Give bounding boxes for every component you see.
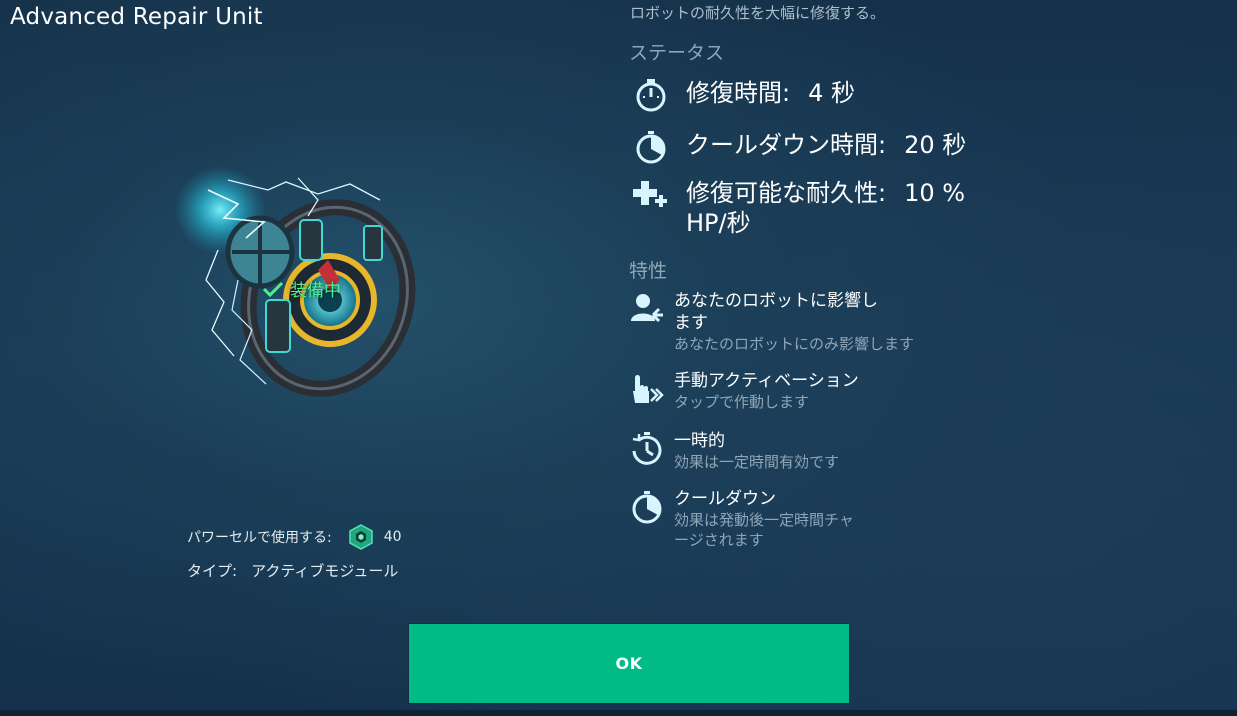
power-cell-value: 40 <box>383 529 402 545</box>
trait-temporary: 一時的 効果は一定時間有効です <box>628 430 974 472</box>
repair-plus-icon <box>630 174 672 216</box>
power-cell-row: パワーセルで使用する: 40 <box>187 524 402 550</box>
trait-title: 一時的 <box>674 431 725 451</box>
tap-hand-icon <box>628 370 666 408</box>
cooldown-timer-icon <box>630 126 672 168</box>
trait-title: 手動アクティベーション <box>674 371 859 391</box>
stat-label: 修復可能な耐久性: <box>686 179 887 207</box>
equipped-badge: 装備中 <box>262 276 341 301</box>
traits-heading: 特性 <box>629 260 668 282</box>
stat-repair-time: 修復時間: 4 秒 <box>630 78 1006 116</box>
stat-label: 修復時間: <box>686 79 791 107</box>
temporary-timer-icon <box>628 430 666 468</box>
trait-subtitle: 効果は発動後一定時間チャージされます <box>674 511 854 549</box>
trait-cooldown: クールダウン 効果は発動後一定時間チャージされます <box>628 488 884 550</box>
stopwatch-icon <box>630 74 672 116</box>
ok-button[interactable]: OK <box>409 624 849 703</box>
stat-label: クールダウン時間: <box>686 131 887 159</box>
equipped-label: 装備中 <box>290 281 341 301</box>
trait-affects-self: あなたのロボットに影響します あなたのロボットにのみ影響します <box>628 290 974 354</box>
window-title: Advanced Repair Unit <box>10 4 263 30</box>
stat-value: 20 秒 <box>904 131 967 159</box>
user-self-icon <box>628 290 666 328</box>
checkmark-icon <box>262 281 284 297</box>
trait-manual-activation: 手動アクティベーション タップで作動します <box>628 370 974 412</box>
status-heading: ステータス <box>629 42 725 64</box>
stat-repair-durability: 修復可能な耐久性: 10 % HP/秒 <box>630 178 1006 238</box>
trait-title: クールダウン <box>674 489 776 509</box>
trait-subtitle: あなたのロボットにのみ影響します <box>674 335 915 353</box>
trait-subtitle: タップで作動します <box>674 393 810 411</box>
power-cell-label: パワーセルで使用する: <box>187 530 332 546</box>
trait-subtitle: 効果は一定時間有効です <box>674 453 840 471</box>
bottom-bar <box>0 710 1237 716</box>
stat-cooldown-time: クールダウン時間: 20 秒 <box>630 130 1006 168</box>
module-type-value: アクティブモジュール <box>251 562 399 580</box>
cooldown-icon <box>628 488 666 526</box>
trait-title: あなたのロボットに影響します <box>674 291 878 333</box>
module-type-row: タイプ: アクティブモジュール <box>187 560 398 581</box>
module-description: ロボットの耐久性を大幅に修復する。 <box>630 4 886 22</box>
module-type-label: タイプ: <box>187 562 238 580</box>
power-cell-icon <box>348 524 373 550</box>
stat-value: 4 秒 <box>808 79 855 107</box>
